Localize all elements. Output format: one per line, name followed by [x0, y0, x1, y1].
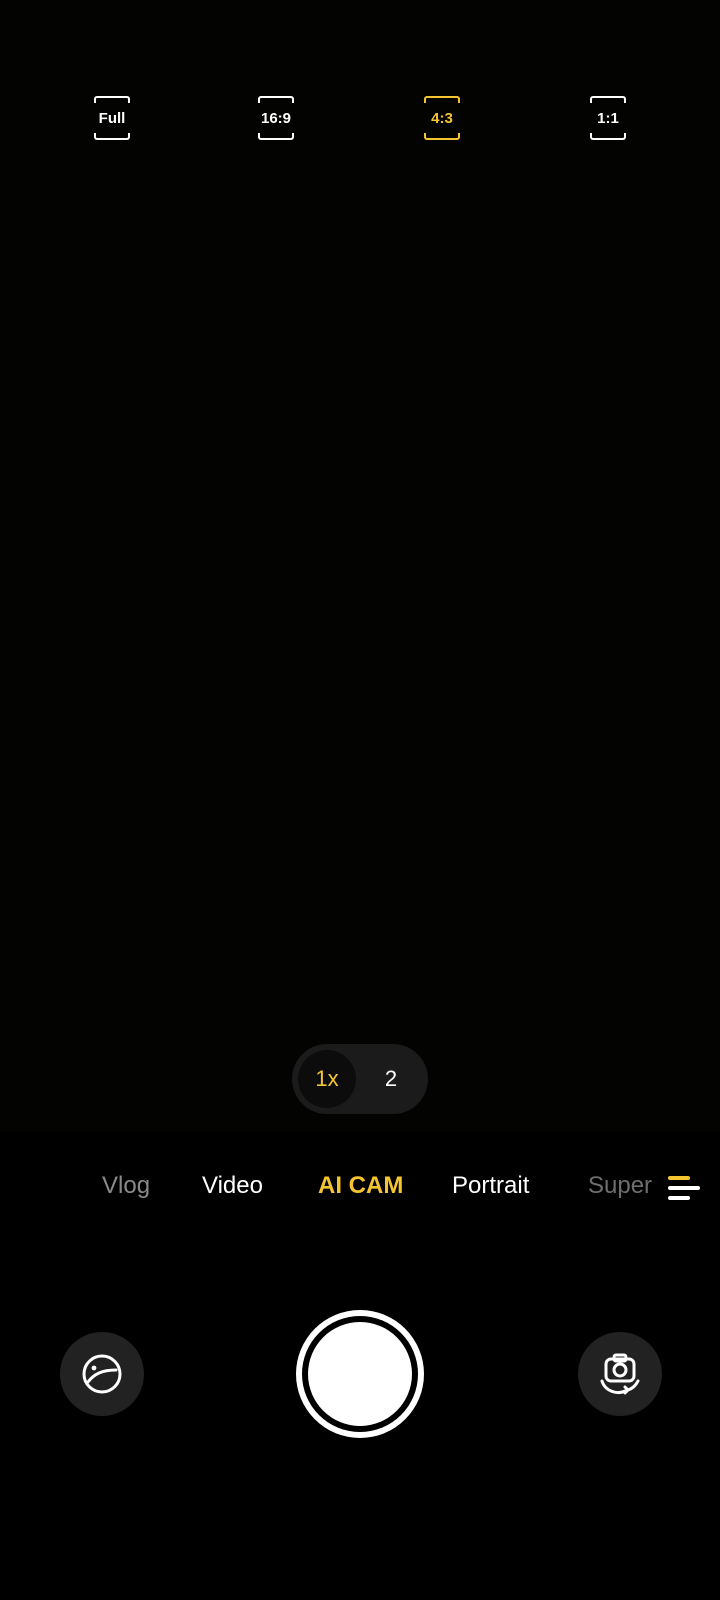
aspect-ratio-label: 1:1 — [597, 109, 619, 127]
switch-camera-button[interactable] — [578, 1332, 662, 1416]
gallery-icon — [82, 1354, 122, 1394]
mode-vlog[interactable]: Vlog — [102, 1172, 150, 1200]
more-modes-icon[interactable] — [664, 1174, 700, 1204]
aspect-ratio-label: Full — [98, 109, 126, 127]
gallery-button[interactable] — [60, 1332, 144, 1416]
zoom-2x-button[interactable]: 2 — [362, 1050, 420, 1108]
zoom-1x-button[interactable]: 1x — [298, 1050, 356, 1108]
mode-video[interactable]: Video — [202, 1172, 263, 1200]
shutter-icon — [308, 1322, 412, 1426]
aspect-ratio-4-3-button[interactable]: 4:3 — [424, 96, 460, 140]
zoom-selector: 1x 2 — [292, 1044, 428, 1114]
mode-ai-cam[interactable]: AI CAM — [318, 1172, 403, 1200]
mode-portrait[interactable]: Portrait — [452, 1172, 529, 1200]
switch-camera-icon — [600, 1353, 640, 1395]
aspect-ratio-1-1-button[interactable]: 1:1 — [590, 96, 626, 140]
aspect-ratio-label: 16:9 — [260, 109, 292, 127]
camera-viewfinder[interactable] — [0, 0, 720, 1132]
mode-super[interactable]: Super — [588, 1172, 652, 1200]
aspect-ratio-label: 4:3 — [431, 109, 453, 127]
aspect-ratio-bar: Full 16:9 4:3 1:1 — [0, 96, 720, 142]
camera-mode-strip: Vlog Video AI CAM Portrait Super — [0, 1160, 720, 1216]
aspect-ratio-16-9-button[interactable]: 16:9 — [258, 96, 294, 140]
shutter-button[interactable] — [296, 1310, 424, 1438]
aspect-ratio-full-button[interactable]: Full — [94, 96, 130, 140]
